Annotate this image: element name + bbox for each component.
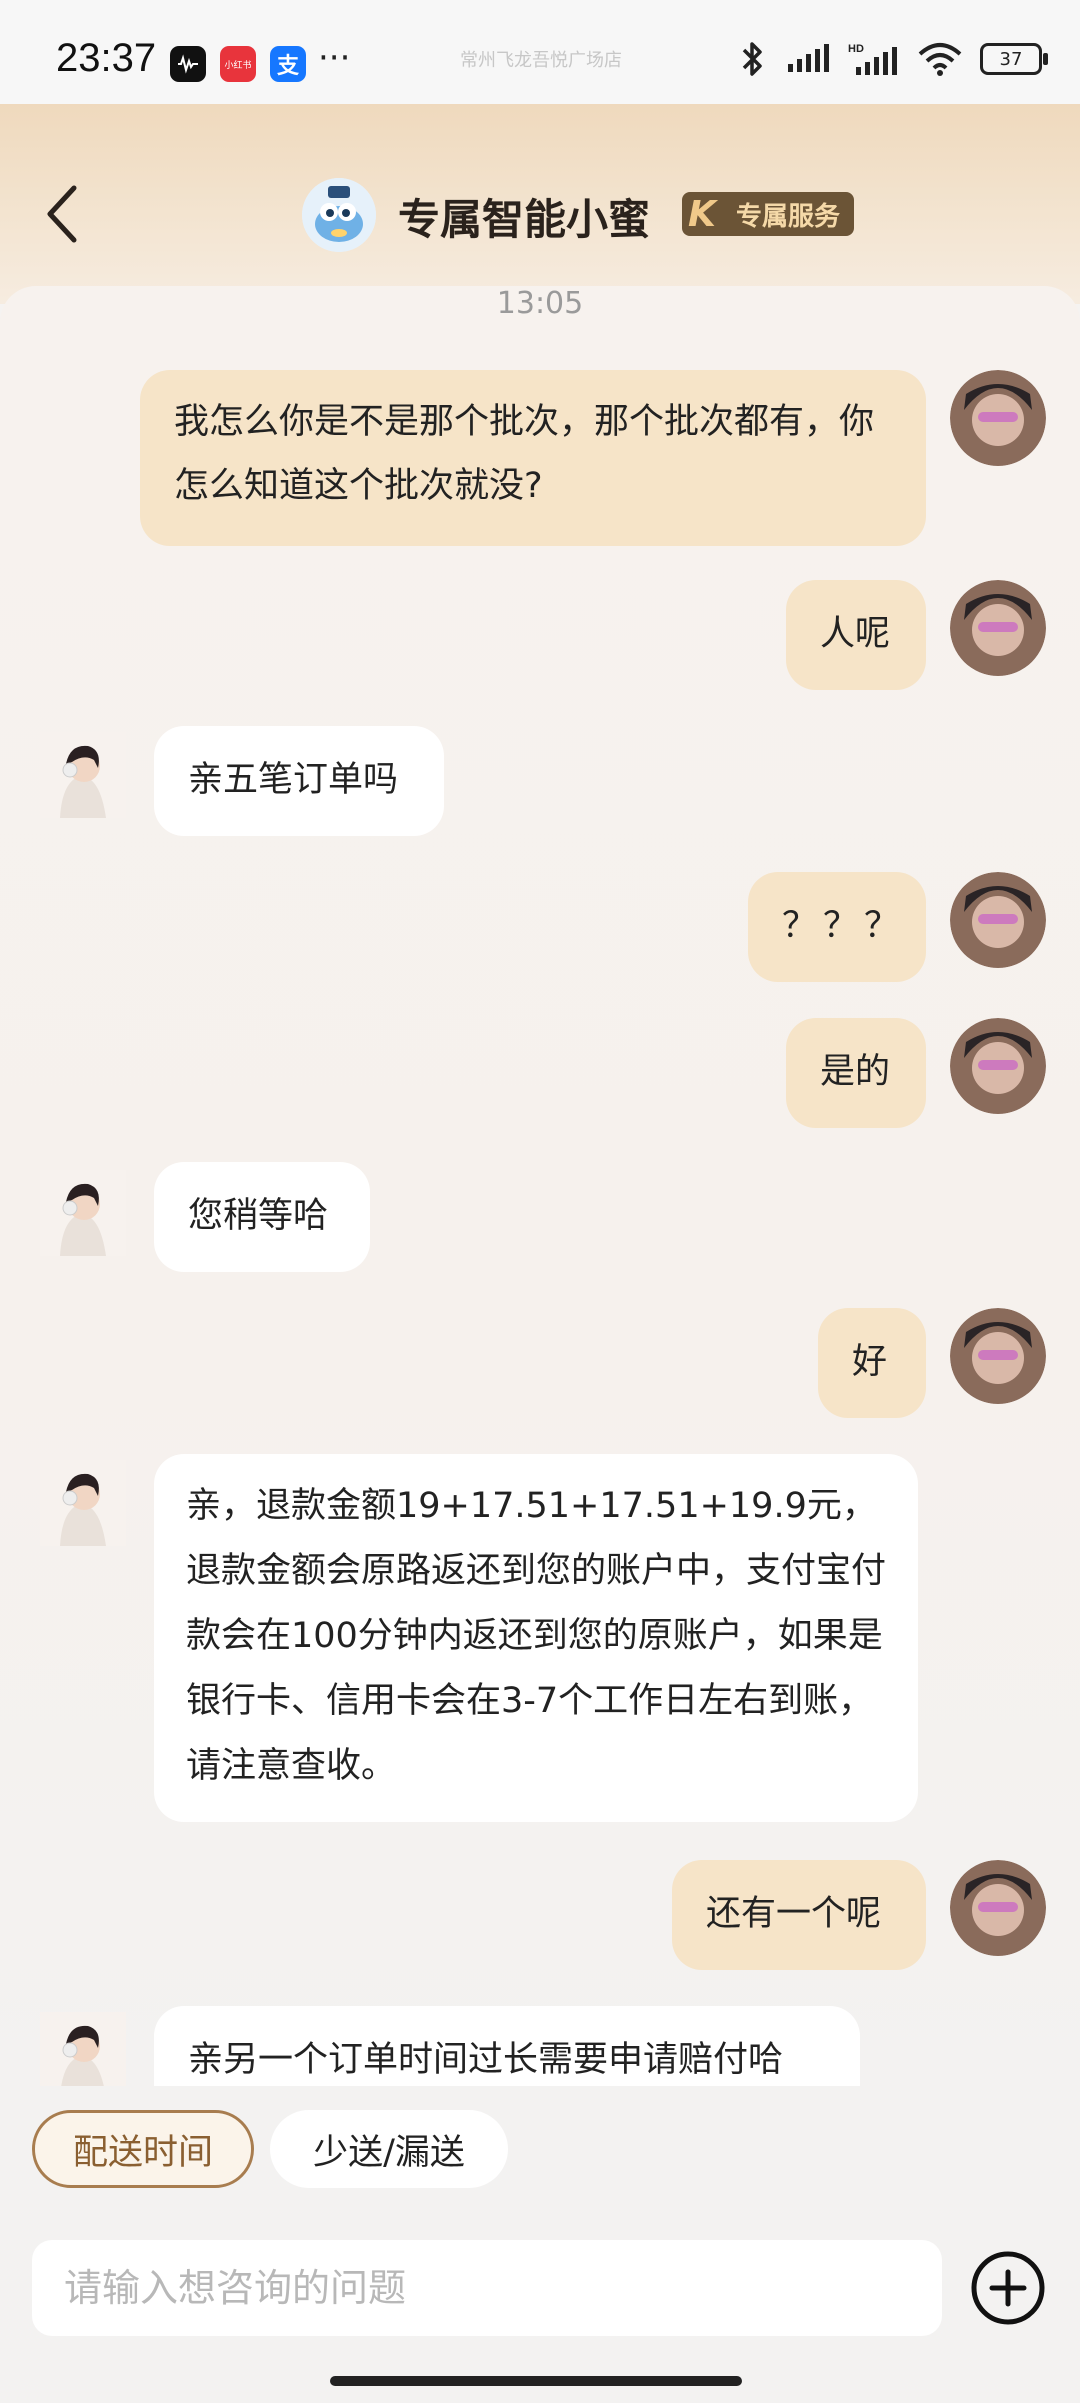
chat-title: 专属智能小蜜 [398,195,651,244]
agent-avatar[interactable] [40,1460,126,1546]
agent-message-bubble[interactable]: 亲另一个订单时间过长需要申请赔付哈 [154,2006,860,2086]
user-message-bubble[interactable]: 是的 [786,1018,926,1128]
agent-message-bubble[interactable]: 您稍等哈 [154,1162,370,1272]
hd-signal-icon: HD [848,43,897,75]
agent-avatar[interactable] [40,1170,126,1256]
user-message-bubble[interactable]: 人呢 [786,580,926,690]
system-icons: HD 37 [738,40,1048,78]
status-time: 23:37 [56,36,157,80]
user-avatar[interactable] [950,1018,1046,1114]
battery-icon: 37 [980,43,1048,75]
user-avatar[interactable] [950,370,1046,466]
alipay-icon: 支 [270,46,306,82]
user-message-bubble[interactable]: 我怎么你是不是那个批次，那个批次都有，你怎么知道这个批次就没? [140,370,926,546]
message-input[interactable] [32,2240,942,2336]
k-logo-icon: K [688,194,716,235]
user-message-bubble[interactable]: ？？？ [748,872,926,982]
chat-message-list[interactable]: 13:05 我怎么你是不是那个批次，那个批次都有，你怎么知道这个批次就没? 人呢… [0,286,1080,2086]
user-avatar[interactable] [950,1308,1046,1404]
user-message-bubble[interactable]: 还有一个呢 [672,1860,926,1970]
user-avatar[interactable] [950,872,1046,968]
voice-recorder-icon [170,46,206,82]
badge-label: 专属服务 [736,201,841,232]
quick-actions-bar: 配送时间 少送/漏送 [0,2086,1080,2196]
chat-header: 专属智能小蜜 K 专属服务 [0,104,1080,304]
agent-avatar[interactable] [40,2012,126,2086]
agent-message-bubble[interactable]: 亲，退款金额19+17.51+17.51+19.9元，退款金额会原路返还到您的账… [154,1454,918,1822]
wifi-icon [918,43,962,76]
svg-text:HD: HD [848,43,864,55]
quick-action-missing-items[interactable]: 少送/漏送 [270,2110,508,2188]
status-overlay-text: 常州飞龙吾悦广场店 [460,50,622,71]
xiaohongshu-icon: 小红书 [220,46,256,82]
back-arrow-icon[interactable] [40,182,88,246]
battery-level: 37 [999,48,1023,70]
user-avatar[interactable] [950,1860,1046,1956]
bot-avatar [302,178,376,252]
exclusive-service-badge: K 专属服务 [682,192,855,236]
input-bar [0,2196,1080,2403]
bluetooth-icon [742,42,762,76]
more-notifications-icon: ··· [318,38,351,78]
plus-icon[interactable] [968,2248,1048,2328]
user-message-bubble[interactable]: 好 [818,1308,926,1418]
status-bar: 23:37 小红书 支 ··· 常州飞龙吾悦广场店 HD 37 [0,0,1080,104]
quick-action-delivery-time[interactable]: 配送时间 [32,2110,254,2188]
agent-message-bubble[interactable]: 亲五笔订单吗 [154,726,444,836]
home-indicator[interactable] [330,2376,742,2386]
signal-icon [788,44,829,72]
agent-avatar[interactable] [40,732,126,818]
message-timestamp: 13:05 [496,286,584,321]
user-avatar[interactable] [950,580,1046,676]
